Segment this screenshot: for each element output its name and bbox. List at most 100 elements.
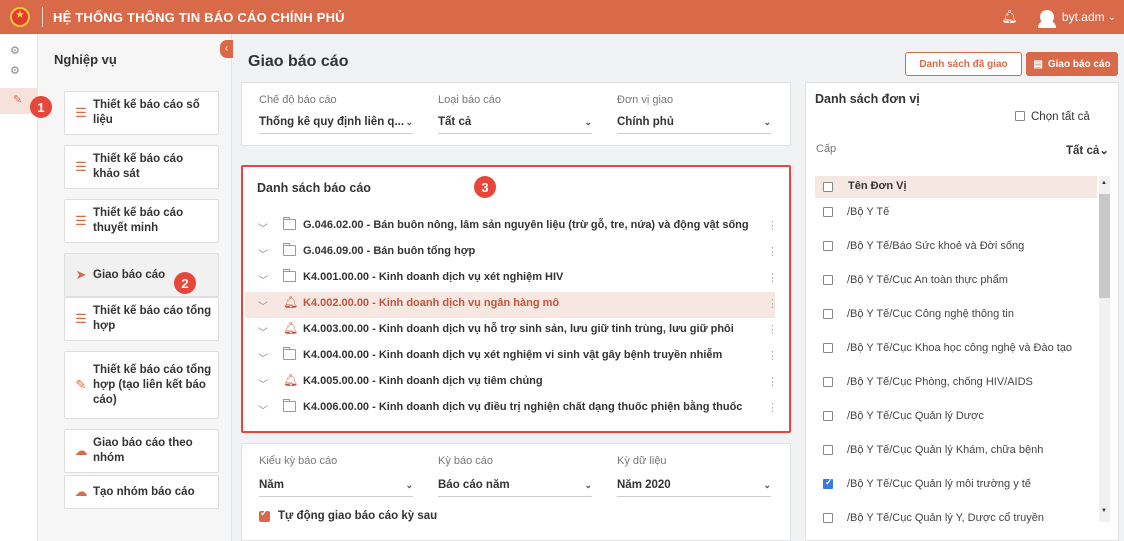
level-select[interactable]: Tất cả⌄ (1066, 143, 1109, 157)
notification-bell-icon[interactable]: 🔔︎ (1001, 9, 1018, 25)
mode-label: Chế độ báo cáo (259, 94, 337, 106)
unit-checkbox[interactable] (823, 411, 833, 421)
unit-checkbox[interactable] (823, 241, 833, 251)
menu-item-create-report-group[interactable]: ☁ Tạo nhóm báo cáo (64, 475, 219, 509)
unit-checkbox[interactable] (823, 377, 833, 387)
more-vertical-icon[interactable]: ⋮ (767, 323, 778, 336)
report-list-title: Danh sách báo cáo (257, 181, 371, 195)
scroll-up-arrow-icon[interactable]: ▲ (1101, 180, 1107, 186)
menu-item-assign-report-by-group[interactable]: ☁ Giao báo cáo theo nhóm (64, 429, 219, 473)
more-vertical-icon[interactable]: ⋮ (767, 245, 778, 258)
menu-item-summary-report-design[interactable]: ☰ Thiết kế báo cáo tổng hợp (64, 297, 219, 341)
report-row[interactable]: ﹀ 🔔︎ K4.003.00.00 - Kinh doanh dịch vụ h… (245, 318, 778, 344)
page-title: Giao báo cáo (248, 53, 349, 70)
folder-icon (283, 347, 296, 360)
unit-checkbox-checked[interactable] (823, 477, 833, 489)
menu-item-assign-report[interactable]: ➤ Giao báo cáo (64, 253, 219, 297)
list-icon: ☰ (75, 311, 87, 326)
kind-label: Kiểu kỳ báo cáo (259, 455, 338, 467)
chevron-down-icon: ⌄ (763, 117, 771, 127)
data-period-select[interactable]: Năm 2020 ⌄ (617, 477, 771, 497)
bell-icon: 🔔︎ (283, 295, 299, 309)
menu-item-linked-summary-report-design[interactable]: ✎ Thiết kế báo cáo tổng hợp (tạo liên kế… (64, 351, 219, 419)
level-label: Cấp (816, 143, 837, 155)
unit-checkbox[interactable] (823, 513, 833, 523)
chevron-down-icon: ⌄ (405, 117, 413, 127)
national-emblem-logo (10, 7, 30, 27)
unit-row[interactable]: /Bộ Y Tế/Cục Công nghệ thông tin (815, 305, 1097, 325)
unit-row[interactable]: /Bộ Y Tế/Cục Quản lý Khám, chữa bệnh (815, 441, 1097, 461)
header-checkbox[interactable] (823, 182, 833, 192)
chevron-down-icon[interactable]: ⌄ (1108, 12, 1116, 23)
unit-select[interactable]: Chính phủ ⌄ (617, 114, 771, 134)
chevron-down-icon[interactable]: ﹀ (258, 246, 268, 261)
report-row[interactable]: ﹀ G.046.09.00 - Bán buôn tổng hợp ⋮ (245, 240, 778, 266)
report-row[interactable]: ﹀ K4.006.00.00 - Kinh doanh dịch vụ điều… (245, 396, 778, 422)
unit-row[interactable]: /Bộ Y Tế/Cục Quản lý Dược (815, 407, 1097, 427)
more-vertical-icon[interactable]: ⋮ (767, 375, 778, 388)
username[interactable]: byt.adm (1062, 10, 1105, 24)
period-select[interactable]: Báo cáo năm ⌄ (438, 477, 592, 497)
more-vertical-icon[interactable]: ⋮ (767, 297, 778, 310)
scrollbar-thumb[interactable] (1099, 194, 1110, 298)
gears-icon[interactable]: ⚙ (10, 44, 20, 57)
bell-icon: 🔔︎ (283, 373, 299, 387)
unit-row[interactable]: /Bộ Y Tế/Cục Khoa học công nghệ và Đào t… (815, 339, 1097, 359)
scroll-down-arrow-icon[interactable]: ▼ (1101, 508, 1107, 514)
assigned-list-button[interactable]: Danh sách đã giao (905, 52, 1022, 76)
menu-item-numeric-report-design[interactable]: ☰ Thiết kế báo cáo số liệu (64, 91, 219, 135)
document-icon: ▤ (1033, 58, 1043, 70)
chevron-down-icon: ⌄ (584, 117, 592, 127)
chevron-down-icon[interactable]: ﹀ (258, 324, 268, 339)
unit-row[interactable]: /Bộ Y Tế (815, 203, 1097, 223)
more-vertical-icon[interactable]: ⋮ (767, 401, 778, 414)
folder-icon (283, 217, 296, 230)
marker-2: 2 (174, 272, 196, 294)
report-row[interactable]: ﹀ G.046.02.00 - Bán buôn nông, lâm sản n… (245, 214, 778, 240)
chevron-down-icon[interactable]: ﹀ (258, 376, 268, 391)
list-icon: ☰ (75, 105, 87, 120)
kind-select[interactable]: Năm ⌄ (259, 477, 413, 497)
chevron-down-icon[interactable]: ﹀ (258, 298, 268, 313)
menu-item-survey-report-design[interactable]: ☰ Thiết kế báo cáo khảo sát (64, 145, 219, 189)
unit-checkbox[interactable] (823, 207, 833, 217)
group-icon: ☁ (74, 484, 88, 499)
marker-1: 1 (30, 96, 52, 118)
unit-checkbox[interactable] (823, 309, 833, 319)
type-select[interactable]: Tất cả ⌄ (438, 114, 592, 134)
menu-item-narrative-report-design[interactable]: ☰ Thiết kế báo cáo thuyết minh (64, 199, 219, 243)
more-vertical-icon[interactable]: ⋮ (767, 271, 778, 284)
report-row[interactable]: ﹀ 🔔︎ K4.005.00.00 - Kinh doanh dịch vụ t… (245, 370, 778, 396)
unit-checkbox[interactable] (823, 445, 833, 455)
assign-report-button[interactable]: ▤ Giao báo cáo (1026, 52, 1118, 76)
chevron-down-icon[interactable]: ﹀ (258, 220, 268, 235)
mode-select[interactable]: Thống kê quy định liên q... ⌄ (259, 114, 413, 134)
unit-row[interactable]: /Bộ Y Tế/Cục Phòng, chống HIV/AIDS (815, 373, 1097, 393)
chevron-down-icon[interactable]: ﹀ (258, 272, 268, 287)
select-all-checkbox[interactable] (1015, 111, 1025, 121)
pencil-icon: ✎ (75, 377, 87, 392)
gears-icon[interactable]: ⚙ (10, 64, 20, 77)
chevron-down-icon: ⌄ (763, 480, 771, 490)
unit-row[interactable]: /Bộ Y Tế/Cục An toàn thực phẩm (815, 271, 1097, 291)
unit-row[interactable]: /Bộ Y Tế/Cục Quản lý môi trường y tế (815, 475, 1097, 495)
unit-checkbox[interactable] (823, 343, 833, 353)
unit-row[interactable]: /Bộ Y Tế/Báo Sức khoẻ và Đời sống (815, 237, 1097, 257)
report-row-selected[interactable]: ﹀ 🔔︎ K4.002.00.00 - Kinh doanh dịch vụ n… (245, 292, 778, 318)
more-vertical-icon[interactable]: ⋮ (767, 349, 778, 362)
chevron-down-icon[interactable]: ﹀ (258, 350, 268, 365)
auto-assign-checkbox[interactable] (259, 508, 270, 522)
user-avatar-icon[interactable] (1037, 10, 1056, 28)
panel-title: Nghiệp vụ (54, 52, 117, 67)
chevron-down-icon[interactable]: ﹀ (258, 402, 268, 417)
period-label: Kỳ báo cáo (438, 455, 494, 467)
unit-row[interactable]: /Bộ Y Tế/Cục Quản lý Y, Dược cổ truyền (815, 509, 1097, 527)
collapse-chevron-icon[interactable]: ‹ (220, 40, 233, 58)
report-row[interactable]: ﹀ K4.001.00.00 - Kinh doanh dịch vụ xét … (245, 266, 778, 292)
more-vertical-icon[interactable]: ⋮ (767, 219, 778, 232)
report-row[interactable]: ﹀ K4.004.00.00 - Kinh doanh dịch vụ xét … (245, 344, 778, 370)
select-all-label[interactable]: Chọn tất cả (1031, 111, 1090, 123)
unit-checkbox[interactable] (823, 275, 833, 285)
list-icon: ☰ (75, 213, 87, 228)
group-icon: ☁ (74, 443, 88, 458)
